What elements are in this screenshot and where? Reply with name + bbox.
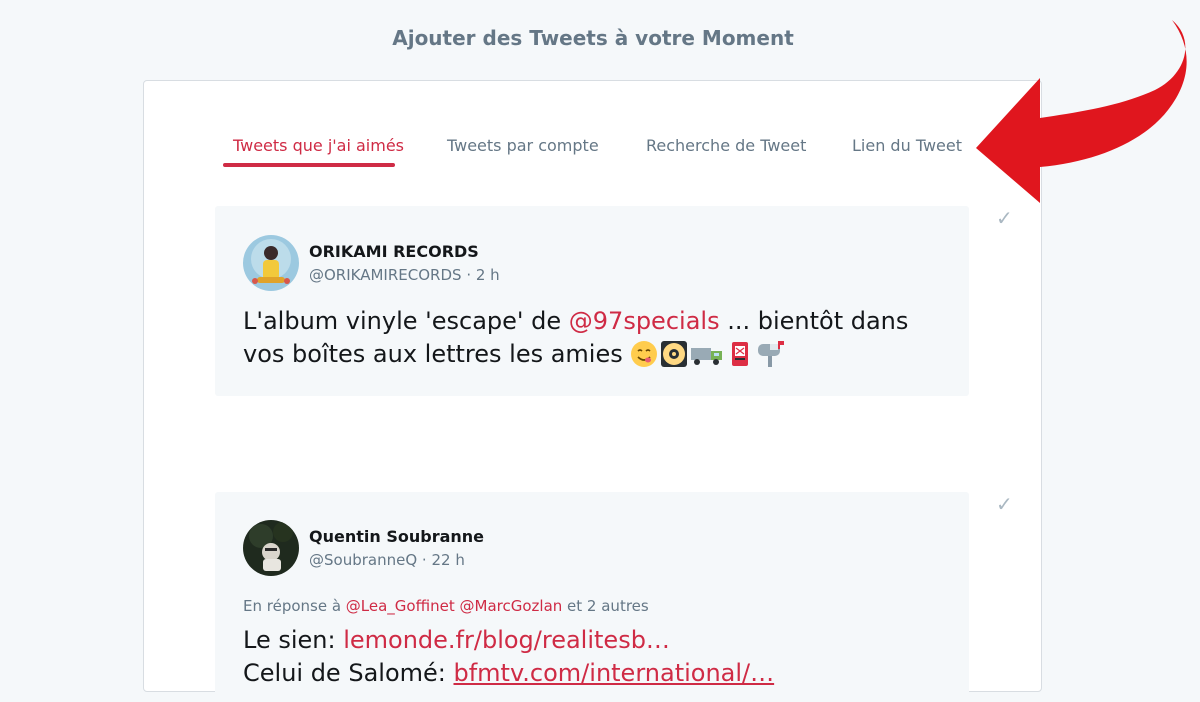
author-handle[interactable]: @ORIKAMIRECORDS · 2 h — [309, 266, 500, 284]
postbox-icon — [726, 340, 754, 377]
mailbox-icon — [756, 340, 786, 377]
reply-prefix: En réponse à — [243, 597, 346, 615]
mention-link[interactable]: @97specials — [569, 307, 720, 335]
author-name[interactable]: Quentin Soubranne — [309, 527, 484, 546]
tab-tweet-search[interactable]: Recherche de Tweet — [646, 136, 806, 155]
reply-context: En réponse à @Lea_Goffinet @MarcGozlan e… — [243, 597, 649, 615]
tab-liked-tweets[interactable]: Tweets que j'ai aimés — [233, 136, 404, 155]
smiling-face-icon — [630, 340, 658, 377]
separator-dot: · — [466, 266, 476, 284]
avatar[interactable] — [243, 235, 299, 291]
red-curved-arrow-icon — [976, 20, 1187, 203]
tweet-text-prefix: Le sien: — [243, 626, 344, 654]
tweet-text-line: Celui de Salomé: bfmtv.com/international… — [243, 657, 943, 690]
tab-bar: Tweets que j'ai aimés Tweets par compte … — [144, 81, 1041, 191]
tweet-text-line: Le sien: lemonde.fr/blog/realitesb… — [243, 624, 943, 657]
select-tweet-check-icon[interactable]: ✓ — [996, 492, 1013, 516]
delivery-truck-icon — [690, 340, 724, 377]
tab-tweets-by-account[interactable]: Tweets par compte — [447, 136, 599, 155]
url-link[interactable]: bfmtv.com/international/… — [453, 659, 774, 687]
handle-text: @ORIKAMIRECORDS — [309, 266, 462, 284]
active-tab-indicator — [223, 163, 395, 167]
handle-text: @SoubranneQ — [309, 551, 418, 569]
avatar[interactable] — [243, 520, 299, 576]
tweet-card[interactable]: ORIKAMI RECORDS @ORIKAMIRECORDS · 2 h L'… — [215, 206, 969, 396]
tweet-time: 2 h — [475, 266, 500, 284]
vinyl-disc-icon — [660, 340, 688, 377]
tweet-text: Le sien: lemonde.fr/blog/realitesb… Celu… — [243, 624, 943, 690]
tweet-card[interactable]: Quentin Soubranne @SoubranneQ · 22 h En … — [215, 492, 969, 702]
tweet-text-prefix: Celui de Salomé: — [243, 659, 454, 687]
author-handle[interactable]: @SoubranneQ · 22 h — [309, 551, 465, 569]
tab-tweet-link[interactable]: Lien du Tweet — [852, 136, 962, 155]
moment-panel: Tweets que j'ai aimés Tweets par compte … — [143, 80, 1042, 702]
tweet-time: 22 h — [431, 551, 465, 569]
reply-mention-link[interactable]: @Lea_Goffinet — [346, 597, 455, 615]
tweet-text-start: L'album vinyle 'escape' de — [243, 307, 569, 335]
tweet-text: L'album vinyle 'escape' de @97specials .… — [243, 305, 943, 377]
url-link[interactable]: lemonde.fr/blog/realitesb… — [343, 626, 670, 654]
author-name[interactable]: ORIKAMI RECORDS — [309, 242, 479, 261]
reply-suffix: et 2 autres — [562, 597, 649, 615]
reply-mention-link[interactable]: @MarcGozlan — [460, 597, 563, 615]
